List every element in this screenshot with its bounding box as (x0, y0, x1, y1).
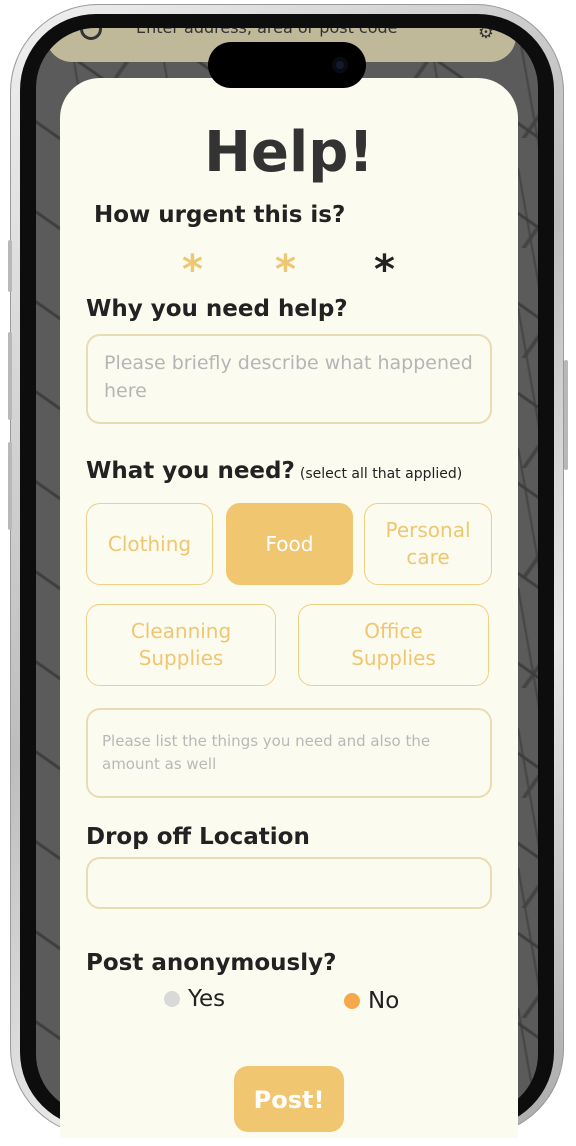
need-option-personal-care-label: Personal care (385, 518, 471, 569)
map-search-placeholder: Enter address, area or post code (136, 28, 398, 37)
urgency-star-2[interactable]: * (275, 250, 296, 290)
dropoff-location-input[interactable] (86, 857, 492, 909)
needs-list-textarea[interactable]: Please list the things you need and also… (86, 708, 492, 798)
search-icon (80, 28, 102, 40)
anonymous-no-label: No (368, 988, 400, 1014)
need-option-food[interactable]: Food (226, 503, 353, 585)
post-button[interactable]: Post! (234, 1066, 344, 1132)
volume-up-button (8, 332, 12, 420)
urgency-star-1[interactable]: * (182, 250, 203, 290)
reason-question: Why you need help? (86, 296, 348, 322)
filter-icon[interactable]: ⚙ (478, 28, 494, 43)
need-option-cleaning-supplies-label: Cleanning Supplies (130, 619, 232, 670)
anonymous-question: Post anonymously? (86, 950, 337, 976)
needs-hint: (select all that applied) (299, 466, 463, 482)
anonymous-option-yes[interactable]: Yes (164, 986, 225, 1012)
dynamic-island (208, 42, 366, 88)
need-option-clothing[interactable]: Clothing (86, 503, 213, 585)
anonymous-yes-label: Yes (188, 986, 226, 1012)
power-button (564, 360, 568, 470)
page-title: Help! (204, 120, 374, 185)
need-option-cleaning-supplies[interactable]: Cleanning Supplies (86, 604, 276, 686)
radio-yes-icon (164, 991, 180, 1007)
need-option-office-supplies[interactable]: Office Supplies (298, 604, 489, 686)
radio-no-icon (344, 993, 360, 1009)
need-option-office-supplies-label: Office Supplies (351, 619, 436, 670)
help-form-card: Help! How urgent this is? * * * Why you … (60, 78, 518, 1138)
needs-list-placeholder: Please list the things you need and also… (102, 732, 431, 773)
reason-placeholder: Please briefly describe what happened he… (104, 352, 473, 402)
dropoff-label: Drop off Location (86, 824, 310, 850)
need-option-personal-care[interactable]: Personal care (364, 503, 492, 585)
urgency-star-3[interactable]: * (374, 250, 395, 290)
volume-down-button (8, 442, 12, 530)
urgency-question: How urgent this is? (94, 202, 346, 228)
anonymous-option-no[interactable]: No (344, 988, 399, 1014)
reason-textarea[interactable]: Please briefly describe what happened he… (86, 334, 492, 424)
needs-question: What you need? (86, 458, 295, 484)
needs-heading: What you need? (select all that applied) (86, 458, 462, 484)
action-button (8, 240, 12, 292)
camera-icon (332, 57, 348, 73)
